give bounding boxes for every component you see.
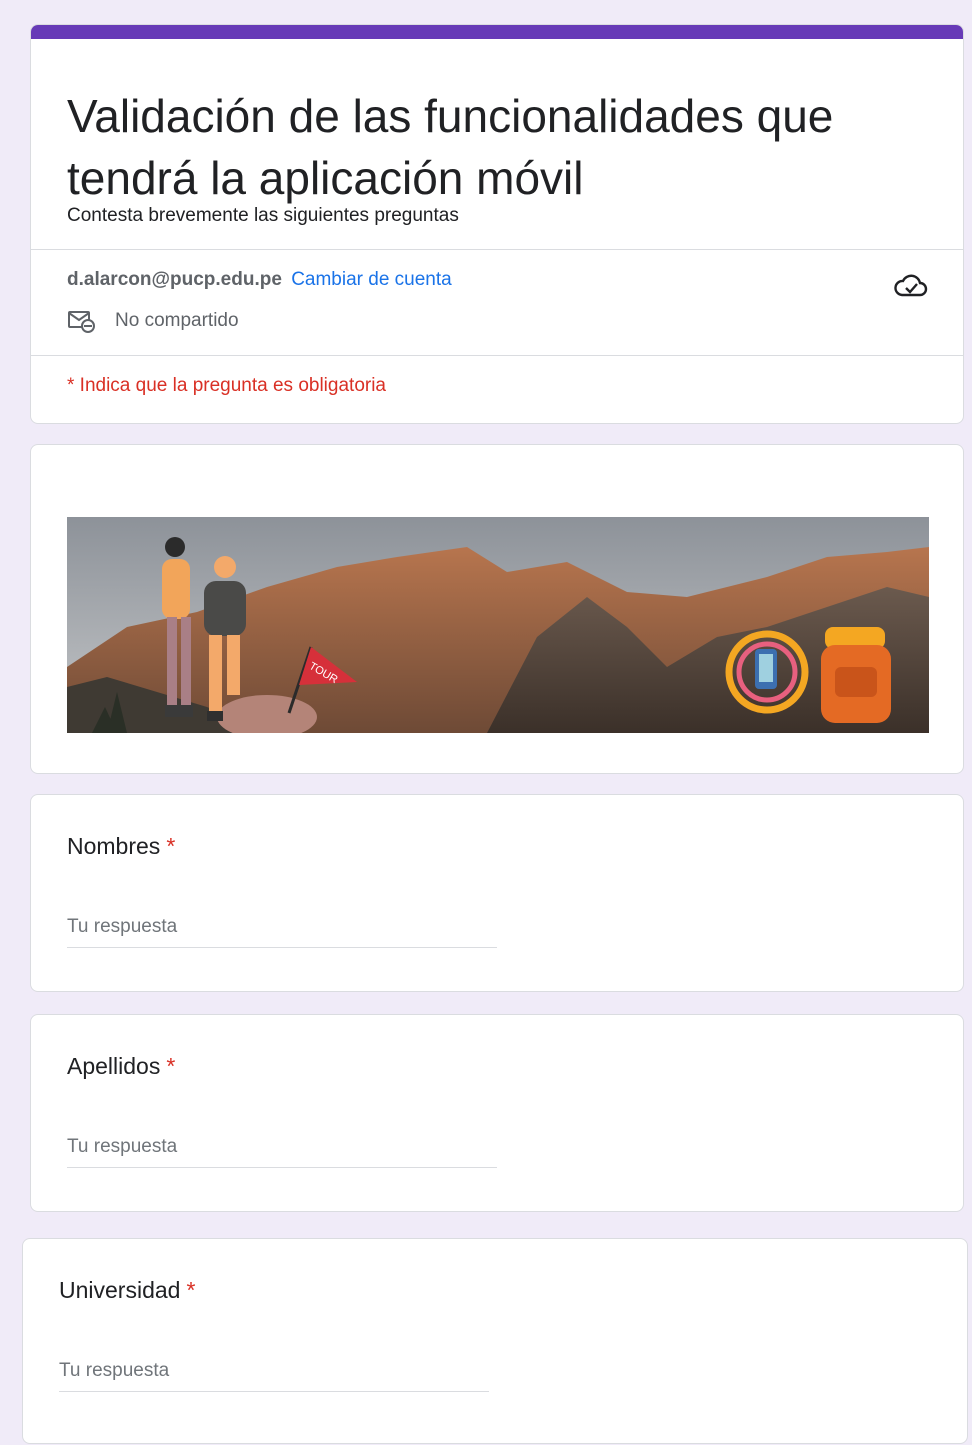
question-card-apellidos: Apellidos * (30, 1014, 964, 1212)
cloud-check-icon (893, 271, 929, 304)
not-shared-label: No compartido (115, 310, 239, 331)
divider (31, 355, 963, 356)
question-title: Nombres (67, 833, 161, 859)
question-label: Apellidos * (67, 1053, 175, 1080)
universidad-input[interactable] (59, 1351, 489, 1392)
mail-blocked-icon (68, 311, 95, 333)
required-star: * (166, 1053, 176, 1079)
apellidos-input[interactable] (67, 1127, 497, 1168)
form-description: Contesta brevemente las siguientes pregu… (67, 205, 459, 226)
question-label: Universidad * (59, 1277, 195, 1304)
question-title: Universidad (59, 1277, 181, 1303)
form-header-card: Validación de las funcionalidades que te… (30, 24, 964, 424)
account-email: d.alarcon@pucp.edu.pe (67, 269, 282, 290)
divider (31, 249, 963, 250)
question-title: Apellidos (67, 1053, 161, 1079)
required-note: * Indica que la pregunta es obligatoria (67, 375, 387, 396)
form-title: Validación de las funcionalidades que te… (67, 90, 834, 204)
nombres-input[interactable] (67, 907, 497, 948)
question-card-nombres: Nombres * (30, 794, 964, 992)
account-line: d.alarcon@pucp.edu.pe Cambiar de cuenta (67, 269, 452, 291)
switch-account-link[interactable]: Cambiar de cuenta (291, 269, 452, 290)
not-shared-row: No compartido (67, 309, 239, 333)
banner-image: TOUR (67, 517, 929, 733)
banner-image-card: TOUR (30, 444, 964, 774)
accent-bar (31, 25, 963, 39)
question-card-universidad: Universidad * (22, 1238, 968, 1444)
question-label: Nombres * (67, 833, 175, 860)
required-star: * (186, 1277, 196, 1303)
required-star: * (166, 833, 176, 859)
